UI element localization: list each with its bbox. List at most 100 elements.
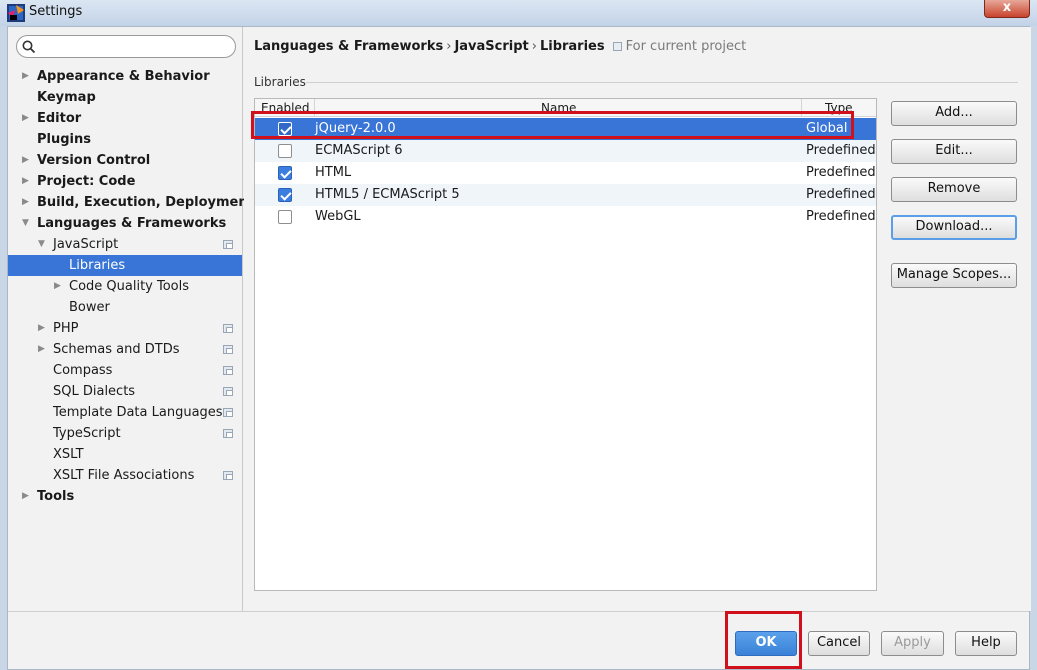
table-row[interactable]: WebGL Predefined: [255, 206, 876, 228]
project-scope-icon: [223, 387, 233, 396]
table-row[interactable]: ECMAScript 6 Predefined: [255, 140, 876, 162]
sidebar-item[interactable]: ▶ Schemas and DTDs: [8, 339, 242, 360]
collapsed-arrow-icon[interactable]: ▶: [38, 339, 48, 360]
cancel-button[interactable]: Cancel: [808, 631, 870, 656]
enabled-checkbox[interactable]: [278, 188, 292, 202]
highlight-annotation: [251, 111, 854, 139]
library-name: HTML5 / ECMAScript 5: [315, 187, 460, 202]
breadcrumb: Languages & Frameworks › JavaScript › Librar…: [254, 39, 746, 54]
library-name: WebGL: [315, 209, 361, 224]
breadcrumb-item: JavaScript: [454, 39, 529, 54]
sidebar-item[interactable]: TypeScript: [8, 423, 242, 444]
expanded-arrow-icon[interactable]: ▼: [22, 213, 32, 234]
collapsed-arrow-icon[interactable]: ▶: [38, 318, 48, 339]
edit-button[interactable]: Edit...: [891, 139, 1017, 164]
sidebar-item-label: Bower: [69, 300, 110, 315]
collapsed-arrow-icon[interactable]: ▶: [22, 108, 32, 129]
sidebar-item-label: Code Quality Tools: [69, 279, 190, 294]
table-row[interactable]: HTML5 / ECMAScript 5 Predefined: [255, 184, 876, 206]
sidebar-item-label: Version Control: [37, 153, 151, 168]
sidebar-item[interactable]: ▶ Build, Execution, Deployment: [8, 192, 254, 213]
highlight-annotation: [725, 611, 802, 669]
sidebar-item-label: XSLT: [53, 447, 84, 462]
dialog-body: ▶ Appearance & Behavior Keymap ▶ Editor Plugi…: [7, 26, 1031, 670]
sidebar-item-label: Keymap: [37, 90, 96, 105]
search-field[interactable]: [16, 35, 236, 58]
project-scope-icon: [223, 408, 233, 417]
breadcrumb-item: Libraries: [539, 39, 605, 54]
sidebar-item-label: Build, Execution, Deployment: [37, 195, 254, 210]
enabled-checkbox[interactable]: [278, 210, 292, 224]
expanded-arrow-icon[interactable]: ▼: [38, 234, 48, 255]
remove-button[interactable]: Remove: [891, 177, 1017, 202]
libraries-table[interactable]: Enabled Name Type jQuery-2.0.0 Global ECMA…: [254, 98, 877, 591]
sidebar-item[interactable]: Template Data Languages: [8, 402, 242, 423]
help-button[interactable]: Help: [955, 631, 1017, 656]
library-name: HTML: [315, 165, 352, 180]
collapsed-arrow-icon[interactable]: ▶: [22, 150, 32, 171]
sidebar-item[interactable]: ▶ Code Quality Tools: [8, 276, 242, 297]
project-scope-icon: [223, 240, 233, 249]
sidebar-item[interactable]: Plugins: [8, 129, 242, 150]
sidebar-item[interactable]: Compass: [8, 360, 242, 381]
sidebar-item[interactable]: XSLT: [8, 444, 242, 465]
collapsed-arrow-icon[interactable]: ▶: [22, 486, 32, 507]
sidebar-item[interactable]: ▶ PHP: [8, 318, 242, 339]
sidebar-item-label: Tools: [37, 489, 75, 504]
section-title: Libraries: [254, 75, 306, 89]
app-icon: [7, 4, 25, 22]
search-input[interactable]: [39, 38, 229, 55]
sidebar-item-label: Libraries: [69, 258, 126, 273]
library-type: Predefined: [806, 209, 876, 224]
sidebar-item-label: Compass: [53, 363, 113, 378]
library-type: Predefined: [806, 165, 876, 180]
sidebar-item[interactable]: ▶ Version Control: [8, 150, 242, 171]
download-button[interactable]: Download...: [891, 215, 1017, 240]
project-scope-icon: [612, 42, 622, 51]
sidebar-item-label: JavaScript: [53, 237, 119, 252]
close-icon: x: [1002, 0, 1012, 15]
dialog-footer: OK Cancel Apply Help: [8, 611, 1029, 669]
section-divider: [306, 82, 1018, 83]
sidebar-item[interactable]: ▼ Languages & Frameworks: [8, 213, 242, 234]
sidebar-item-label: Schemas and DTDs: [53, 342, 180, 357]
breadcrumb-separator: ›: [531, 39, 537, 54]
project-scope-icon: [223, 366, 233, 375]
apply-button[interactable]: Apply: [881, 631, 944, 656]
sidebar-item[interactable]: ▶ Editor: [8, 108, 242, 129]
sidebar-item-label: Project: Code: [37, 174, 136, 189]
close-button[interactable]: x: [984, 0, 1030, 18]
sidebar-item[interactable]: ▶ Tools: [8, 486, 242, 507]
project-scope-icon: [223, 324, 233, 333]
sidebar-item[interactable]: XSLT File Associations: [8, 465, 242, 486]
search-icon: [22, 40, 36, 54]
manage-scopes-button[interactable]: Manage Scopes...: [891, 263, 1017, 288]
scope-label: For current project: [625, 39, 747, 54]
sidebar-item-label: Languages & Frameworks: [37, 216, 227, 231]
sidebar-item[interactable]: Libraries: [8, 255, 242, 276]
project-scope-icon: [223, 429, 233, 438]
breadcrumb-separator: ›: [446, 39, 452, 54]
sidebar-item[interactable]: SQL Dialects: [8, 381, 242, 402]
sidebar-item-label: PHP: [53, 321, 79, 336]
collapsed-arrow-icon[interactable]: ▶: [54, 276, 64, 297]
sidebar-item[interactable]: Bower: [8, 297, 242, 318]
settings-window: Settings x ▶ Appearance & Behavior Keymap ▶…: [0, 0, 1037, 670]
table-row[interactable]: HTML Predefined: [255, 162, 876, 184]
sidebar-item[interactable]: Keymap: [8, 87, 242, 108]
sidebar-item[interactable]: ▼ JavaScript: [8, 234, 242, 255]
title-bar[interactable]: Settings x: [0, 0, 1037, 26]
project-scope-icon: [223, 345, 233, 354]
settings-sidebar: ▶ Appearance & Behavior Keymap ▶ Editor Plugi…: [8, 27, 254, 611]
sidebar-item-label: Template Data Languages: [53, 405, 223, 420]
collapsed-arrow-icon[interactable]: ▶: [22, 192, 32, 213]
window-title: Settings: [29, 4, 83, 19]
sidebar-item[interactable]: ▶ Project: Code: [8, 171, 242, 192]
sidebar-item[interactable]: ▶ Appearance & Behavior: [8, 66, 242, 87]
collapsed-arrow-icon[interactable]: ▶: [22, 66, 32, 87]
collapsed-arrow-icon[interactable]: ▶: [22, 171, 32, 192]
enabled-checkbox[interactable]: [278, 166, 292, 180]
sidebar-item-label: Plugins: [37, 132, 91, 147]
enabled-checkbox[interactable]: [278, 144, 292, 158]
add-button[interactable]: Add...: [891, 101, 1017, 126]
